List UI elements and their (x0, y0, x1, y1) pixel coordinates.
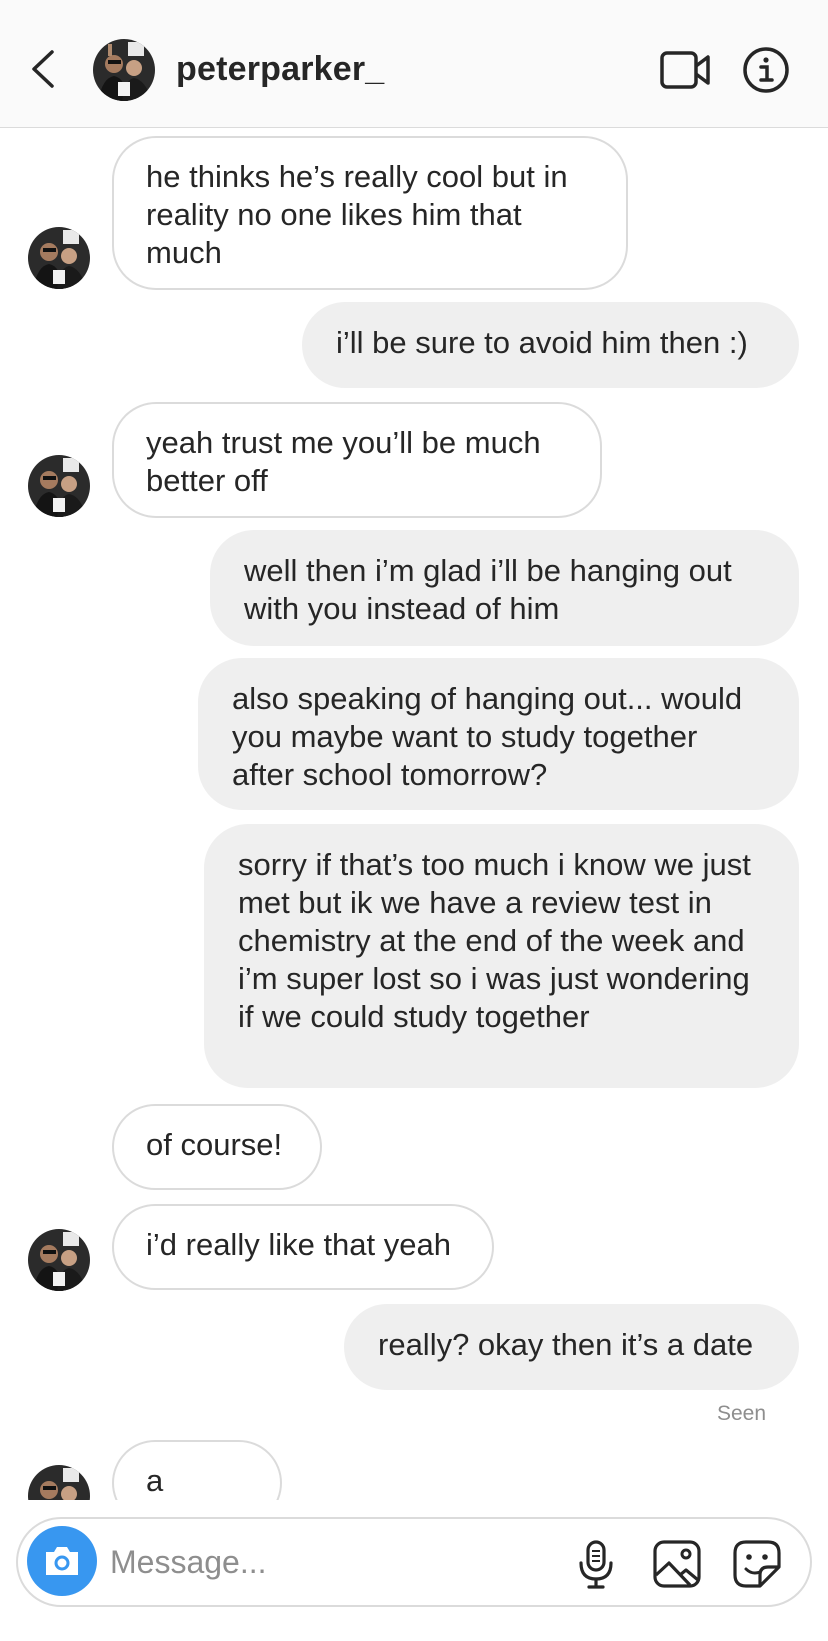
video-camera-icon (660, 51, 710, 89)
message-bubble-incoming[interactable]: yeah trust me you’ll be much better off (112, 402, 602, 518)
message-bubble-incoming[interactable]: i’d really like that yeah (112, 1204, 494, 1290)
chevron-left-icon (32, 50, 54, 88)
back-button[interactable] (26, 46, 62, 92)
message-bubble-incoming[interactable]: a date? (112, 1440, 282, 1500)
gallery-button[interactable] (652, 1539, 702, 1589)
sender-avatar[interactable] (27, 454, 91, 518)
chat-username[interactable]: peterparker_ (176, 50, 384, 89)
message-composer (16, 1517, 812, 1607)
profile-avatar[interactable] (92, 38, 156, 102)
camera-button[interactable] (27, 1526, 97, 1596)
sender-avatar[interactable] (27, 226, 91, 290)
message-bubble-outgoing[interactable]: sorry if that’s too much i know we just … (204, 824, 799, 1088)
message-bubble-outgoing[interactable]: really? okay then it’s a date (344, 1304, 799, 1390)
gallery-icon (653, 1540, 701, 1588)
message-bubble-outgoing[interactable]: well then i’m glad i’ll be hanging out w… (210, 530, 799, 646)
sender-avatar[interactable] (27, 1464, 91, 1500)
info-icon (743, 47, 789, 93)
chat-header: peterparker_ (0, 0, 828, 128)
message-input[interactable] (110, 1537, 550, 1587)
message-thread[interactable]: he thinks he’s really cool but in realit… (0, 128, 828, 1500)
message-bubble-incoming[interactable]: of course! (112, 1104, 322, 1190)
message-bubble-outgoing[interactable]: also speaking of hanging out... would yo… (198, 658, 799, 810)
sticker-icon (733, 1540, 781, 1588)
sticker-button[interactable] (732, 1539, 782, 1589)
message-bubble-incoming[interactable]: he thinks he’s really cool but in realit… (112, 136, 628, 290)
sender-avatar[interactable] (27, 1228, 91, 1292)
microphone-icon (579, 1540, 613, 1589)
message-bubble-outgoing[interactable]: i’ll be sure to avoid him then :) (302, 302, 799, 388)
video-call-button[interactable] (660, 50, 712, 90)
info-button[interactable] (742, 46, 790, 94)
camera-icon (46, 1547, 78, 1575)
seen-indicator: Seen (716, 1402, 766, 1425)
voice-message-button[interactable] (576, 1539, 616, 1591)
